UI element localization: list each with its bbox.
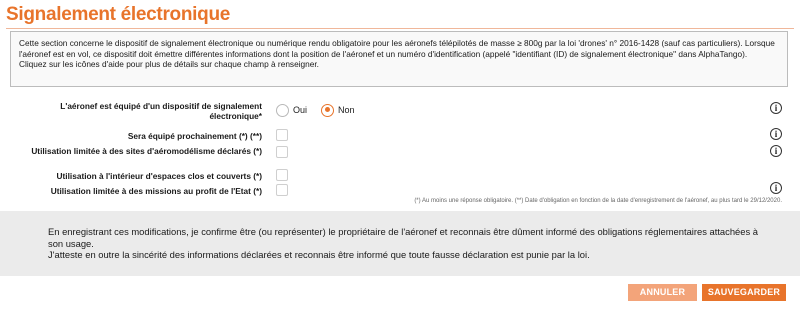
footnote: (*) Au moins une réponse obligatoire. (*… bbox=[414, 198, 782, 204]
info-text: Cette section concerne le dispositif de … bbox=[19, 38, 775, 59]
state-missions-checkbox[interactable] bbox=[276, 184, 288, 196]
indoor-label: Utilisation à l'intérieur d'espaces clos… bbox=[56, 171, 262, 181]
equipped-label: L'aéronef est équipé d'un dispositif de … bbox=[60, 101, 262, 121]
soon-checkbox[interactable] bbox=[276, 129, 288, 141]
radio-oui[interactable] bbox=[276, 103, 289, 117]
soon-label: Sera équipé prochainement (*) (**) bbox=[127, 131, 262, 141]
radio-oui-label[interactable]: Oui bbox=[293, 105, 307, 115]
title-divider bbox=[6, 28, 794, 29]
model-sites-label: Utilisation limitée à des sites d'aéromo… bbox=[31, 146, 262, 156]
consent-line-1: En enregistrant ces modifications, je co… bbox=[48, 226, 758, 249]
info-box: Cette section concerne le dispositif de … bbox=[10, 31, 788, 87]
equipped-radio-group: Oui Non bbox=[276, 102, 369, 118]
indoor-checkbox[interactable] bbox=[276, 169, 288, 181]
help-model-sites-icon[interactable]: i bbox=[770, 145, 782, 157]
state-missions-label: Utilisation limitée à des missions au pr… bbox=[50, 186, 262, 196]
help-soon-icon[interactable]: i bbox=[770, 128, 782, 140]
consent-text: En enregistrant ces modifications, je co… bbox=[48, 226, 768, 261]
save-button[interactable]: SAUVEGARDER bbox=[702, 284, 786, 301]
help-state-missions-icon[interactable]: i bbox=[770, 182, 782, 194]
page-title: Signalement électronique bbox=[6, 4, 231, 25]
radio-non-label[interactable]: Non bbox=[338, 105, 355, 115]
help-equipped-icon[interactable]: i bbox=[770, 102, 782, 114]
cancel-button[interactable]: ANNULER bbox=[628, 284, 697, 301]
model-sites-checkbox[interactable] bbox=[276, 146, 288, 158]
radio-non[interactable] bbox=[321, 103, 335, 117]
consent-panel: En enregistrant ces modifications, je co… bbox=[0, 211, 800, 276]
consent-line-2: J'atteste en outre la sincérité des info… bbox=[48, 249, 590, 260]
info-help-text: Cliquez sur les icônes d'aide pour plus … bbox=[19, 59, 319, 69]
